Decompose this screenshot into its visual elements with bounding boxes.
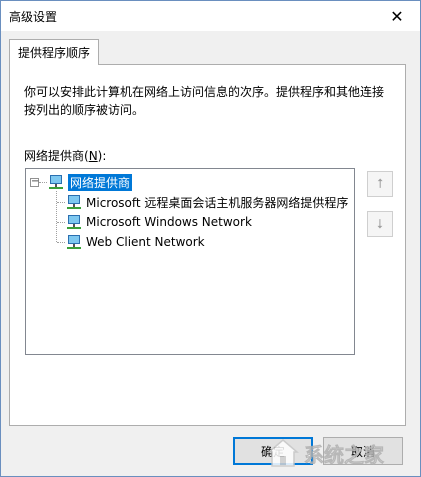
network-icon bbox=[67, 215, 81, 229]
tab-label: 提供程序顺序 bbox=[18, 46, 91, 60]
arrow-up-icon: ⭡ bbox=[376, 176, 384, 192]
network-icon bbox=[49, 175, 63, 189]
tree-item-label: Web Client Network bbox=[86, 235, 205, 249]
tab-provider-order[interactable]: 提供程序顺序 bbox=[9, 39, 100, 65]
tree-item[interactable]: Web Client Network bbox=[66, 233, 205, 251]
tree-item[interactable]: Microsoft 远程桌面会话主机服务器网络提供程序 bbox=[66, 193, 348, 211]
label-suffix: ): bbox=[97, 149, 107, 163]
move-down-button[interactable]: ⭣ bbox=[367, 211, 393, 237]
window-title: 高级设置 bbox=[9, 9, 58, 24]
title-bar[interactable]: 高级设置 ✕ bbox=[1, 1, 420, 31]
watermark-logo: 系统之家 bbox=[266, 434, 416, 472]
tree-connector bbox=[57, 242, 65, 243]
close-button[interactable]: ✕ bbox=[374, 1, 420, 31]
collapse-toggle[interactable]: − bbox=[30, 177, 39, 187]
close-icon: ✕ bbox=[390, 6, 404, 26]
tree-connector bbox=[57, 222, 65, 223]
network-providers-label: 网络提供商(N): bbox=[24, 147, 106, 164]
description-text: 你可以安排此计算机在网络上访问信息的次序。提供程序和其他连接按列出的顺序被访问。 bbox=[24, 85, 385, 117]
tree-item-label: Microsoft Windows Network bbox=[86, 215, 252, 229]
network-icon bbox=[67, 235, 81, 249]
tree-root-label: 网络提供商 bbox=[68, 173, 133, 191]
tree-connector bbox=[39, 182, 47, 183]
tab-panel: 你可以安排此计算机在网络上访问信息的次序。提供程序和其他连接按列出的顺序被访问。… bbox=[9, 64, 406, 426]
move-up-button[interactable]: ⭡ bbox=[367, 171, 393, 197]
network-providers-tree[interactable]: − 网络提供商 Microsoft 远程桌面会话主机服务器网络提供程序 Micr… bbox=[25, 168, 355, 355]
tree-root[interactable]: 网络提供商 bbox=[48, 173, 133, 191]
watermark-text: 系统之家 bbox=[304, 442, 385, 467]
house-logo-icon bbox=[266, 439, 300, 467]
label-hotkey: N bbox=[88, 149, 98, 163]
tree-connector bbox=[56, 191, 57, 242]
label-prefix: 网络提供商( bbox=[24, 149, 89, 163]
arrow-down-icon: ⭣ bbox=[376, 216, 384, 232]
network-icon bbox=[67, 195, 81, 209]
tree-item[interactable]: Microsoft Windows Network bbox=[66, 213, 252, 231]
tree-item-label: Microsoft 远程桌面会话主机服务器网络提供程序 bbox=[86, 195, 349, 210]
advanced-settings-dialog: 高级设置 ✕ 提供程序顺序 你可以安排此计算机在网络上访问信息的次序。提供程序和… bbox=[0, 0, 421, 477]
tree-connector bbox=[57, 202, 65, 203]
